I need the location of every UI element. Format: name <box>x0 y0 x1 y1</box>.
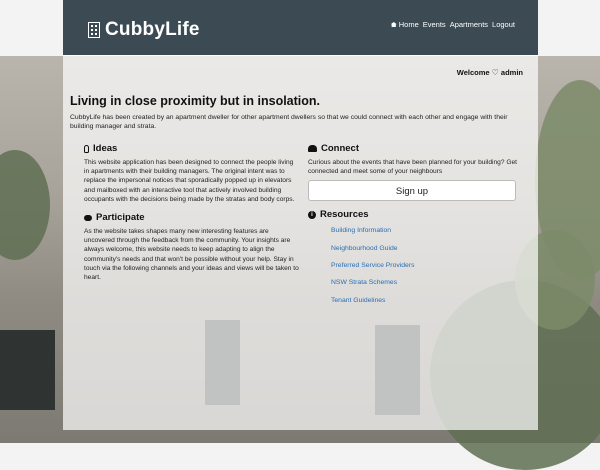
ideas-heading-label: Ideas <box>93 143 118 154</box>
welcome-message: Welcome ♡ admin <box>457 68 523 77</box>
navbar: CubbyLife Home Events Apartments Logout <box>63 0 538 55</box>
resource-link-nsw-strata-schemes[interactable]: NSW Strata Schemes <box>331 278 518 295</box>
left-column: Ideas This website application has been … <box>84 143 299 282</box>
connect-text: Curious about the events that have been … <box>308 159 517 176</box>
resources-list: Building Information Neighbourhood Guide… <box>308 226 518 312</box>
ideas-text: This website application has been design… <box>84 159 295 203</box>
building-icon <box>88 22 100 38</box>
right-column: Connect Curious about the events that ha… <box>308 143 518 313</box>
signup-button[interactable]: Sign up <box>308 180 516 202</box>
participate-heading-label: Participate <box>96 212 145 224</box>
nav-links: Home Events Apartments Logout <box>390 20 515 29</box>
nav-home[interactable]: Home <box>390 20 419 29</box>
resource-link-preferred-service-providers[interactable]: Preferred Service Providers <box>331 261 518 278</box>
heart-icon: ♡ <box>491 68 499 77</box>
connect-heading-label: Connect <box>321 143 359 154</box>
resource-link-building-information[interactable]: Building Information <box>331 226 518 243</box>
brand-name: CubbyLife <box>105 19 200 40</box>
nav-apartments[interactable]: Apartments <box>450 20 488 29</box>
main-panel: Welcome ♡ admin Living in close proximit… <box>63 55 538 430</box>
resource-link-neighbourhood-guide[interactable]: Neighbourhood Guide <box>331 244 518 261</box>
resources-heading: i Resources <box>308 209 518 220</box>
intro-text: CubbyLife has been created by an apartme… <box>70 114 508 131</box>
nav-home-label: Home <box>398 20 419 29</box>
resources-heading-label: Resources <box>320 209 369 221</box>
comments-icon <box>84 214 92 221</box>
home-icon <box>390 22 397 27</box>
info-circle-icon: i <box>308 210 316 219</box>
participate-text: As the website takes shapes many new int… <box>84 228 299 282</box>
users-icon <box>308 145 317 152</box>
welcome-prefix: Welcome <box>456 68 490 77</box>
page-title: Living in close proximity but in insolat… <box>70 94 321 108</box>
nav-events[interactable]: Events <box>423 20 446 29</box>
brand-link[interactable]: CubbyLife <box>88 19 200 41</box>
participate-heading: Participate <box>84 212 299 223</box>
welcome-user[interactable]: admin <box>501 68 523 77</box>
ideas-heading: Ideas <box>84 143 299 154</box>
connect-heading: Connect <box>308 143 518 154</box>
resource-link-tenant-guidelines[interactable]: Tenant Guidelines <box>331 296 518 313</box>
lightbulb-icon <box>84 144 89 153</box>
nav-logout[interactable]: Logout <box>492 20 515 29</box>
